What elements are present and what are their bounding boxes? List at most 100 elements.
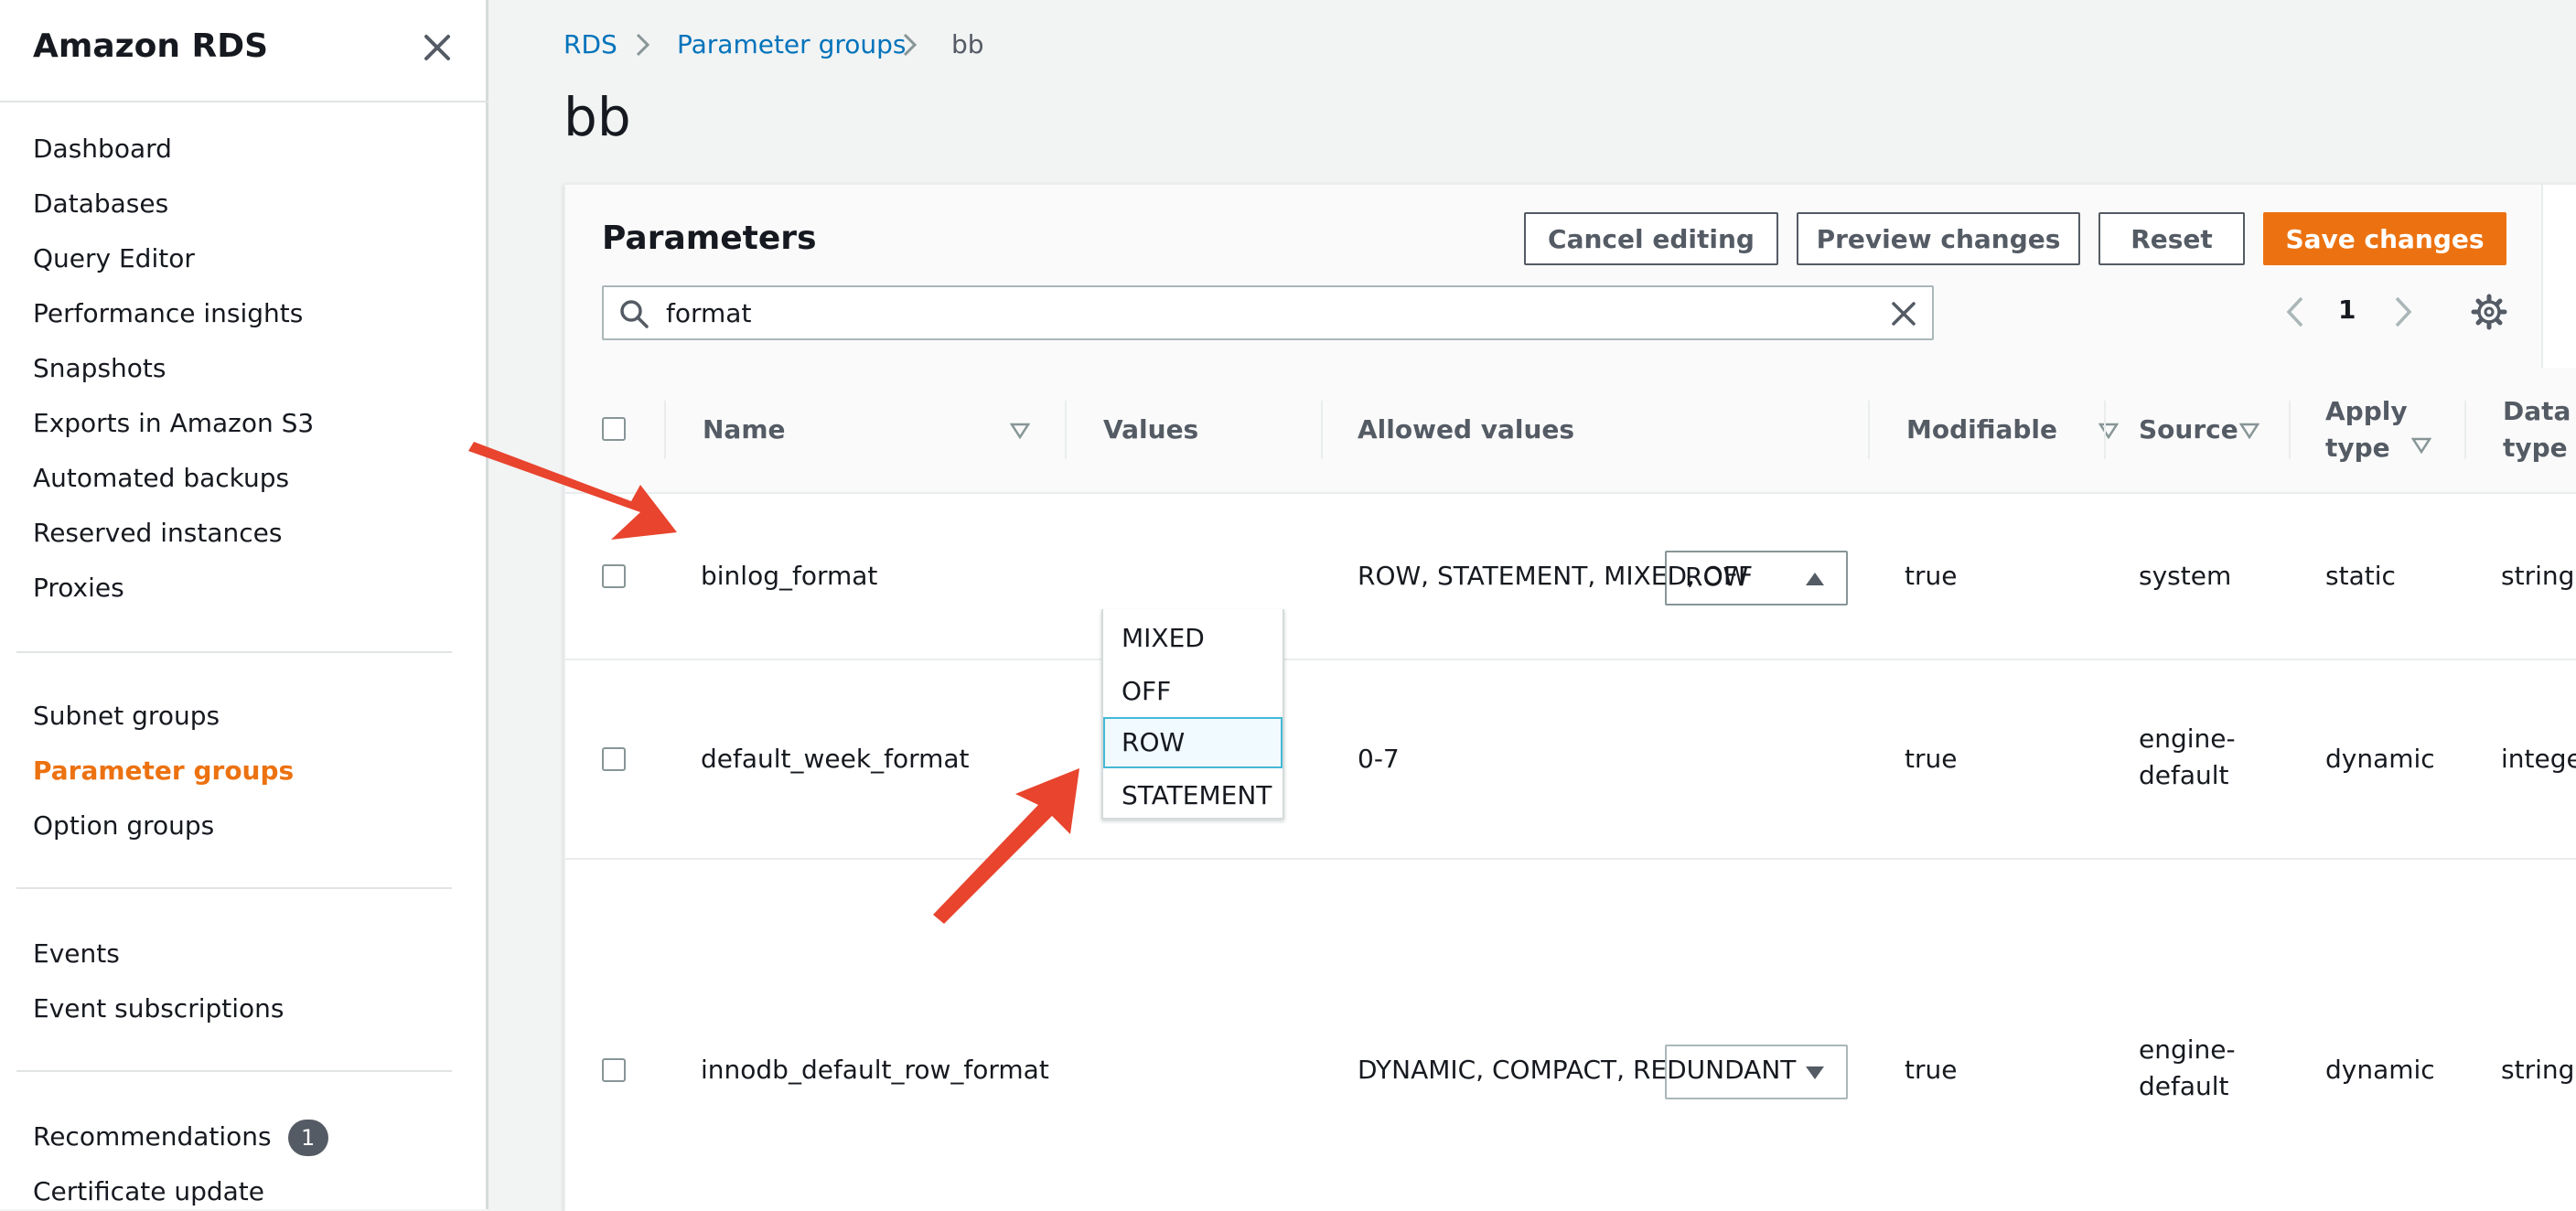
table-header: Name Values Allowed values Modifiable So… xyxy=(565,368,2576,494)
save-changes-button[interactable]: Save changes xyxy=(2263,212,2506,265)
caret-down-icon xyxy=(1806,1066,1824,1079)
sidebar-item-parameter-groups[interactable]: Parameter groups xyxy=(33,756,294,786)
chevron-right-icon xyxy=(636,33,650,57)
sidebar-item-proxies[interactable]: Proxies xyxy=(33,573,124,603)
page-number[interactable]: 1 xyxy=(2338,295,2356,325)
value-dropdown-menu: MIXED OFF ROW STATEMENT xyxy=(1101,609,1284,820)
dropdown-option-mixed[interactable]: MIXED xyxy=(1103,613,1283,664)
chevron-right-icon[interactable] xyxy=(2389,293,2417,331)
modifiable-value: true xyxy=(1905,744,1958,774)
column-header-apply-type[interactable]: Apply type xyxy=(2325,393,2408,466)
source-value: engine- default xyxy=(2139,1032,2236,1105)
source-value: system xyxy=(2139,561,2232,591)
select-all-checkbox[interactable] xyxy=(602,417,626,441)
sidebar-item-performance-insights[interactable]: Performance insights xyxy=(33,298,303,328)
sort-icon[interactable] xyxy=(2239,423,2259,439)
source-line: default xyxy=(2139,760,2229,790)
row-divider xyxy=(565,858,2576,860)
sort-icon[interactable] xyxy=(2098,423,2119,439)
column-divider xyxy=(2104,401,2106,459)
sidebar-item-label: Recommendations xyxy=(33,1121,272,1152)
preview-changes-button[interactable]: Preview changes xyxy=(1797,212,2080,265)
dropdown-option-off[interactable]: OFF xyxy=(1103,666,1283,717)
sidebar-item-option-groups[interactable]: Option groups xyxy=(33,810,214,841)
dropdown-option-row[interactable]: ROW xyxy=(1103,717,1283,768)
allowed-values: ROW, STATEMENT, MIXED, OFF xyxy=(1358,561,1754,591)
dropdown-option-statement[interactable]: STATEMENT xyxy=(1103,770,1283,821)
row-checkbox[interactable] xyxy=(602,747,626,771)
sidebar-item-snapshots[interactable]: Snapshots xyxy=(33,353,166,383)
row-divider xyxy=(565,659,2576,660)
modifiable-value: true xyxy=(1905,561,1958,591)
chevron-right-icon xyxy=(903,33,918,57)
column-header-line: Data xyxy=(2503,396,2571,426)
column-header-data-type[interactable]: Data type xyxy=(2503,393,2571,466)
row-checkbox[interactable] xyxy=(602,1058,626,1082)
sidebar-item-recommendations[interactable]: Recommendations 1 xyxy=(33,1120,328,1156)
reset-button[interactable]: Reset xyxy=(2098,212,2245,265)
search-input[interactable]: format xyxy=(602,285,1934,340)
source-line: engine- xyxy=(2139,1034,2236,1065)
cancel-editing-button[interactable]: Cancel editing xyxy=(1524,212,1778,265)
sidebar-item-event-subscriptions[interactable]: Event subscriptions xyxy=(33,993,284,1023)
sort-icon[interactable] xyxy=(1010,423,1030,439)
sidebar-item-query-editor[interactable]: Query Editor xyxy=(33,243,195,273)
data-type-value: string xyxy=(2501,561,2575,591)
gear-icon[interactable] xyxy=(2470,293,2508,331)
recommendations-count-badge: 1 xyxy=(287,1120,328,1156)
modifiable-value: true xyxy=(1905,1055,1958,1085)
sidebar-divider xyxy=(16,1070,452,1072)
chevron-left-icon[interactable] xyxy=(2281,293,2309,331)
panel-title: Parameters xyxy=(602,220,817,257)
close-icon[interactable] xyxy=(419,29,456,66)
sidebar: Amazon RDS Dashboard Databases Query Edi… xyxy=(0,0,488,1209)
breadcrumb-current: bb xyxy=(951,29,984,59)
source-value: engine- default xyxy=(2139,721,2236,794)
sidebar-item-dashboard[interactable]: Dashboard xyxy=(33,134,172,164)
column-header-source[interactable]: Source xyxy=(2139,412,2238,448)
sidebar-divider xyxy=(16,651,452,653)
panel-header: Parameters Cancel editing Preview change… xyxy=(565,185,2543,368)
sidebar-item-automated-backups[interactable]: Automated backups xyxy=(33,463,289,493)
parameter-name: binlog_format xyxy=(701,561,878,591)
source-line: default xyxy=(2139,1071,2229,1101)
column-divider xyxy=(2464,401,2466,459)
clear-icon[interactable] xyxy=(1888,298,1919,329)
column-header-modifiable[interactable]: Modifiable xyxy=(1906,412,2057,448)
column-header-allowed-values: Allowed values xyxy=(1358,414,1575,445)
sidebar-item-subnet-groups[interactable]: Subnet groups xyxy=(33,701,220,731)
parameter-name: innodb_default_row_format xyxy=(701,1055,1049,1085)
column-header-line: Apply xyxy=(2325,396,2408,426)
sidebar-title: Amazon RDS xyxy=(33,27,269,65)
breadcrumb-parameter-groups[interactable]: Parameter groups xyxy=(677,29,906,59)
sidebar-item-events[interactable]: Events xyxy=(33,938,120,969)
column-header-name[interactable]: Name xyxy=(703,412,786,448)
column-header-line: type xyxy=(2325,433,2390,463)
search-icon xyxy=(620,300,649,328)
apply-type-value: dynamic xyxy=(2325,1055,2435,1085)
sidebar-item-databases[interactable]: Databases xyxy=(33,188,168,219)
sort-icon[interactable] xyxy=(2411,437,2431,454)
sidebar-divider xyxy=(16,887,452,889)
parameter-name: default_week_format xyxy=(701,744,970,774)
column-divider xyxy=(1321,401,1323,459)
caret-up-icon xyxy=(1806,573,1824,585)
search-value: format xyxy=(666,298,752,328)
sidebar-header-divider xyxy=(0,101,488,102)
parameters-panel: Parameters Cancel editing Preview change… xyxy=(564,183,2576,1211)
row-checkbox[interactable] xyxy=(602,564,626,588)
sidebar-item-certificate-update[interactable]: Certificate update xyxy=(33,1176,264,1206)
column-divider xyxy=(2289,401,2291,459)
column-divider xyxy=(664,401,666,459)
sidebar-item-exports-s3[interactable]: Exports in Amazon S3 xyxy=(33,408,314,438)
allowed-values: DYNAMIC, COMPACT, REDUNDANT xyxy=(1358,1055,1797,1085)
apply-type-value: dynamic xyxy=(2325,744,2435,774)
sidebar-item-reserved-instances[interactable]: Reserved instances xyxy=(33,518,282,548)
data-type-value: string xyxy=(2501,1055,2575,1085)
source-line: engine- xyxy=(2139,723,2236,754)
breadcrumb-rds[interactable]: RDS xyxy=(564,29,617,59)
column-divider xyxy=(1065,401,1067,459)
allowed-values: 0-7 xyxy=(1358,744,1400,774)
column-header-line: type xyxy=(2503,433,2568,463)
page-title: bb xyxy=(564,86,631,148)
